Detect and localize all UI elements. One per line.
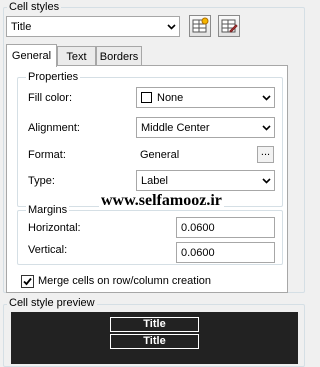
- format-label: Format:: [28, 149, 66, 161]
- alignment-value: Middle Center: [141, 121, 210, 134]
- merge-cells-checkbox[interactable]: [21, 275, 34, 288]
- type-dropdown[interactable]: Label: [136, 170, 275, 191]
- merge-cells-label: Merge cells on row/column creation: [38, 275, 212, 287]
- tab-general[interactable]: General: [6, 44, 57, 67]
- alignment-label: Alignment:: [28, 122, 80, 134]
- preview-cell: Title: [110, 334, 199, 349]
- tab-text-label: Text: [66, 51, 87, 63]
- vertical-margin-label: Vertical:: [28, 244, 68, 256]
- fill-color-dropdown[interactable]: None: [136, 87, 275, 108]
- tab-general-label: General: [11, 50, 52, 62]
- properties-legend: Properties: [26, 71, 81, 83]
- horizontal-margin-input[interactable]: 0.0600: [176, 217, 275, 238]
- cell-style-dropdown[interactable]: Title: [6, 16, 180, 37]
- manage-cell-styles-button[interactable]: [218, 15, 240, 37]
- chevron-down-icon: [262, 178, 271, 184]
- type-value: Label: [141, 174, 168, 187]
- format-browse-button[interactable]: ...: [257, 146, 274, 163]
- chevron-down-icon: [262, 125, 271, 131]
- chevron-down-icon: [167, 24, 176, 30]
- watermark-text: www.selfamooz.ir: [99, 192, 224, 210]
- horizontal-margin-label: Horizontal:: [28, 222, 81, 234]
- chevron-down-icon: [262, 95, 271, 101]
- preview-cell: Title: [110, 317, 199, 332]
- new-cell-style-button[interactable]: [189, 15, 211, 37]
- alignment-dropdown[interactable]: Middle Center: [136, 117, 275, 138]
- fill-color-label: Fill color:: [28, 92, 73, 104]
- color-swatch-icon: [141, 92, 152, 103]
- cell-style-preview: Title Title: [11, 312, 298, 364]
- cell-styles-legend: Cell styles: [7, 1, 62, 13]
- cell-style-value: Title: [11, 20, 32, 33]
- new-table-style-icon: [192, 17, 209, 33]
- vertical-margin-input[interactable]: 0.0600: [176, 242, 275, 263]
- tab-borders[interactable]: Borders: [96, 46, 142, 67]
- cell-style-preview-legend: Cell style preview: [7, 297, 97, 309]
- general-tab-panel: Properties Fill color: None Alignment: M…: [6, 65, 288, 293]
- type-label: Type:: [28, 175, 55, 187]
- format-value: General: [140, 149, 180, 161]
- fill-color-value: None: [157, 91, 184, 104]
- margins-legend: Margins: [26, 204, 70, 216]
- tab-text[interactable]: Text: [57, 46, 96, 67]
- checkmark-icon: [23, 277, 32, 286]
- tab-borders-label: Borders: [99, 51, 139, 63]
- manage-table-style-icon: [221, 19, 238, 33]
